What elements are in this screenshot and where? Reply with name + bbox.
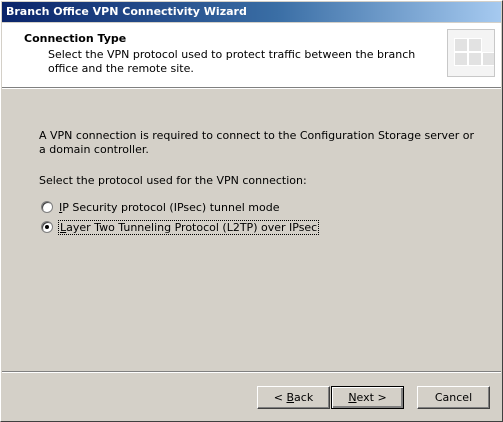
next-button-text: ext > <box>356 390 387 404</box>
back-button[interactable]: < Back <box>257 386 330 409</box>
page-description: Select the VPN protocol used to protect … <box>48 48 416 75</box>
header-divider <box>2 87 501 89</box>
wizard-header-icon <box>447 29 495 77</box>
back-button-accel: B <box>286 390 295 404</box>
option-ipsec-tunnel-text: P Security protocol (IPsec) tunnel mode <box>62 200 280 214</box>
window-title: Branch Office VPN Connectivity Wizard <box>6 5 247 18</box>
wizard-content: A VPN connection is required to connect … <box>39 129 479 237</box>
option-ipsec-tunnel[interactable]: IP Security protocol (IPsec) tunnel mode <box>41 197 479 217</box>
title-bar[interactable]: Branch Office VPN Connectivity Wizard <box>2 2 501 22</box>
page-title: Connection Type <box>24 32 127 45</box>
option-l2tp-ipsec[interactable]: Layer Two Tunneling Protocol (L2TP) over… <box>41 217 479 237</box>
intro-text: A VPN connection is required to connect … <box>39 129 475 156</box>
option-l2tp-ipsec-label: Layer Two Tunneling Protocol (L2TP) over… <box>57 219 320 235</box>
option-ipsec-tunnel-label: IP Security protocol (IPsec) tunnel mode <box>59 201 279 214</box>
option-l2tp-ipsec-text: ayer Two Tunneling Protocol (L2TP) over … <box>66 220 318 234</box>
back-button-prefix: < <box>273 390 287 404</box>
wizard-window: Branch Office VPN Connectivity Wizard Co… <box>0 0 503 422</box>
footer-divider <box>2 371 501 373</box>
protocol-select-label: Select the protocol used for the VPN con… <box>39 174 307 187</box>
next-button[interactable]: Next > <box>331 386 404 409</box>
cancel-button[interactable]: Cancel <box>417 386 490 409</box>
wizard-header: Connection Type Select the VPN protocol … <box>2 23 501 87</box>
radio-ipsec-tunnel[interactable] <box>41 201 53 213</box>
back-button-text: ack <box>294 390 314 404</box>
radio-l2tp-ipsec[interactable] <box>41 221 53 233</box>
next-button-accel: N <box>348 390 357 404</box>
